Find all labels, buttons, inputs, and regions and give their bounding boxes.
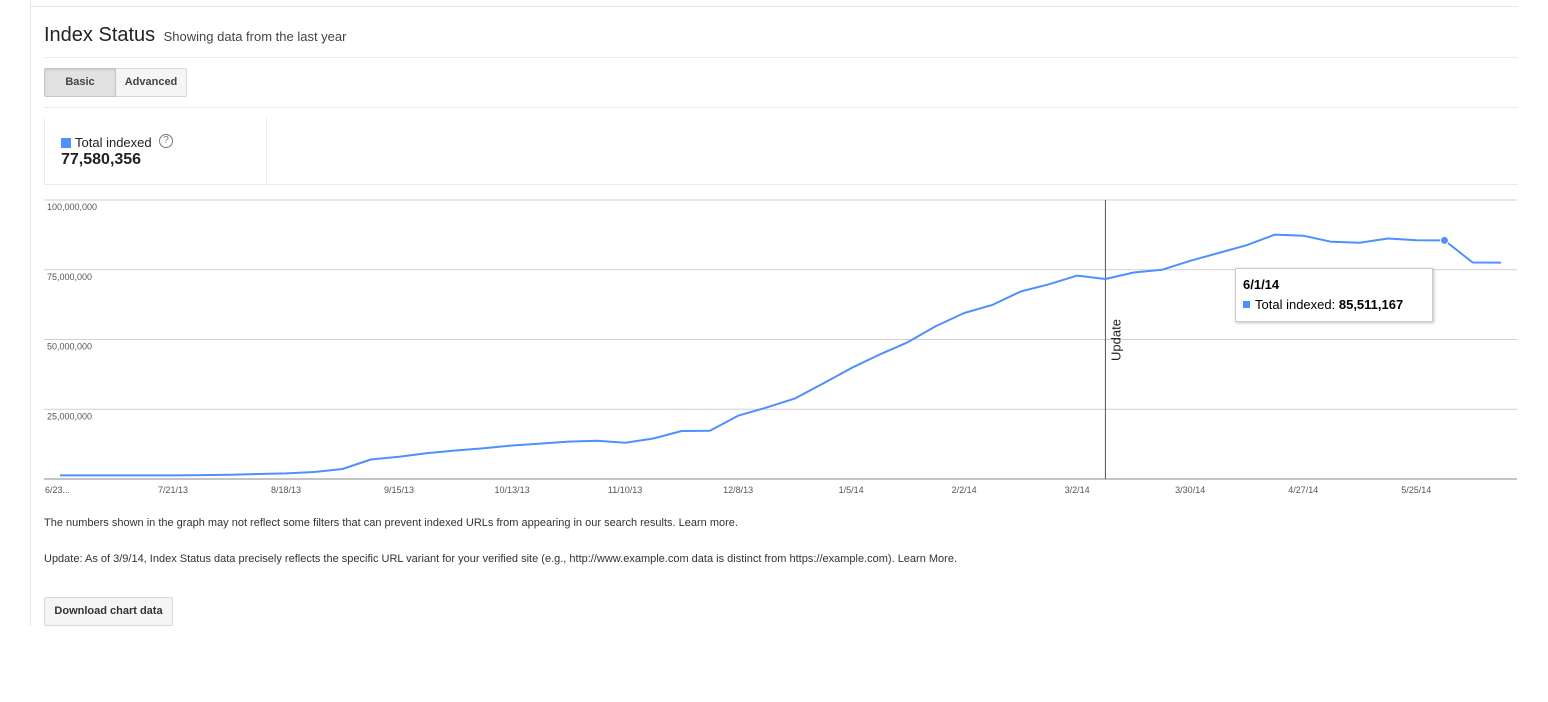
- x-tick-label: 3/2/14: [1065, 485, 1090, 495]
- tooltip-value: 85,511,167: [1338, 297, 1404, 312]
- x-tick-label: 7/21/13: [158, 485, 188, 495]
- x-tick-label: 1/5/14: [839, 485, 864, 495]
- highlighted-point: [1439, 235, 1449, 245]
- tooltip-label: Total indexed:: [1255, 297, 1336, 312]
- x-tick-label: 6/23...: [45, 485, 70, 495]
- y-tick-label: 50,000,000: [47, 342, 92, 352]
- x-tick-label: 11/10/13: [608, 485, 642, 495]
- update-annotation-label: Update: [1108, 319, 1123, 361]
- filter-note: The numbers shown in the graph may not r…: [44, 517, 738, 529]
- x-tick-label: 3/30/14: [1175, 485, 1205, 495]
- x-tick-label: 4/27/14: [1288, 485, 1318, 495]
- x-tick-label: 8/18/13: [271, 485, 301, 495]
- y-tick-label: 100,000,000: [47, 202, 97, 212]
- x-tick-label: 9/15/13: [384, 485, 414, 495]
- tooltip-text: Total indexed: 85,511,167: [1255, 297, 1403, 312]
- tooltip-date: 6/1/14: [1243, 277, 1280, 292]
- x-tick-label: 5/25/14: [1401, 485, 1431, 495]
- update-note: Update: As of 3/9/14, Index Status data …: [44, 553, 957, 565]
- x-tick-label: 2/2/14: [952, 485, 977, 495]
- chart-tooltip: 6/1/14 Total indexed: 85,511,167: [1235, 268, 1433, 322]
- x-tick-label: 12/8/13: [723, 485, 753, 495]
- x-tick-label: 10/13/13: [495, 485, 530, 495]
- download-chart-data-button[interactable]: Download chart data: [44, 597, 173, 626]
- index-status-chart: 100,000,000 75,000,000 50,000,000 25,000,00…: [44, 199, 1517, 495]
- y-tick-label: 25,000,000: [47, 411, 92, 421]
- y-tick-label: 75,000,000: [47, 272, 92, 282]
- tooltip-swatch: [1243, 301, 1250, 308]
